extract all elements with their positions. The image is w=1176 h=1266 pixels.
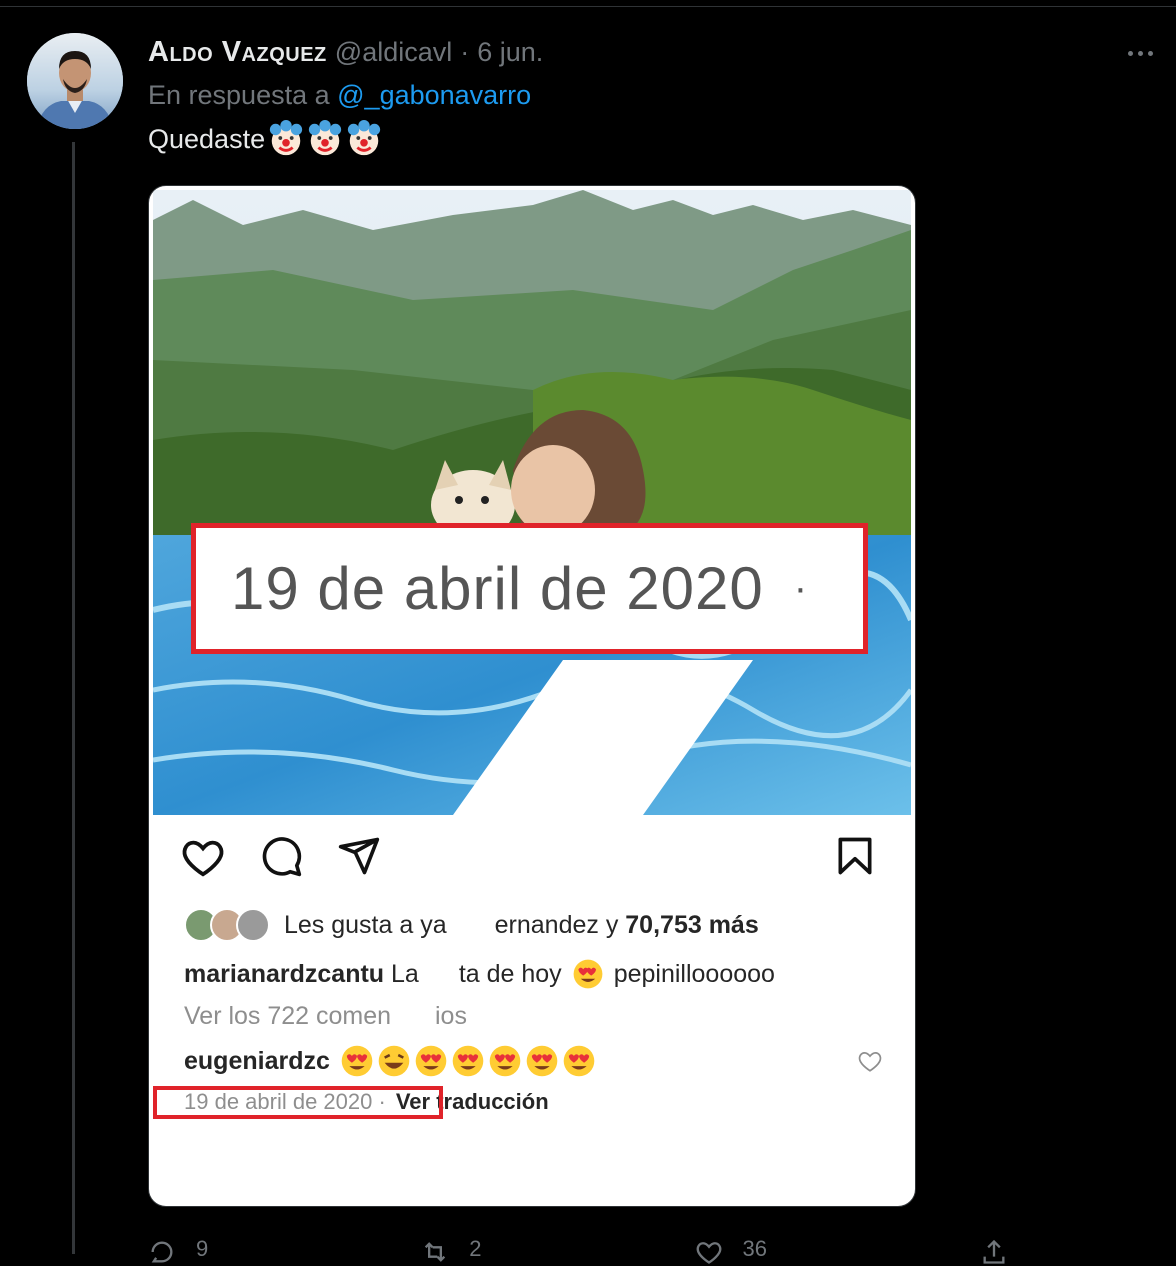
date-highlight-box bbox=[153, 1086, 443, 1119]
heart-eyes-emoji bbox=[563, 1045, 595, 1077]
caption-text-b: ta de hoy bbox=[458, 959, 562, 988]
zoomed-date-dot: · bbox=[793, 566, 809, 610]
zoomed-date-highlight: 19 de abril de 2020 · bbox=[191, 523, 868, 654]
clown-face-emoji bbox=[347, 120, 381, 156]
view-comments-b: ios bbox=[434, 1002, 467, 1030]
caption-text-c: pepinilloooooo bbox=[613, 959, 775, 988]
share-icon[interactable] bbox=[337, 834, 381, 878]
caption-text-a: La bbox=[391, 959, 419, 988]
heart-eyes-emoji bbox=[415, 1045, 447, 1077]
clown-face-emoji bbox=[308, 120, 342, 156]
laughing-emoji bbox=[378, 1045, 410, 1077]
caption-user: marianardzcantu bbox=[184, 959, 385, 988]
comment-like-heart-icon[interactable] bbox=[857, 1048, 883, 1074]
tweet-media-card[interactable]: 19 de abril de 2020 · Les gusta a ya ern… bbox=[148, 185, 916, 1207]
comment-emojis bbox=[340, 1044, 596, 1078]
share-upload-icon[interactable] bbox=[980, 1238, 1008, 1266]
reply-context: En respuesta a @_gabonavarro bbox=[148, 80, 531, 111]
heart-eyes-emoji bbox=[489, 1045, 521, 1077]
caption-row: marianardzcantu La ta de hoy pepinillooo… bbox=[184, 958, 775, 990]
comment-icon[interactable] bbox=[259, 834, 303, 878]
retweet-icon[interactable] bbox=[421, 1238, 449, 1266]
likes-prefix: Les gusta a ya bbox=[284, 910, 447, 939]
reply-count: 9 bbox=[196, 1236, 209, 1261]
heart-eyes-emoji bbox=[341, 1045, 373, 1077]
header-separator: · bbox=[460, 36, 470, 67]
heart-eyes-emoji bbox=[526, 1045, 558, 1077]
post-action-icons bbox=[149, 834, 915, 884]
heart-eyes-emoji bbox=[573, 959, 603, 989]
clown-face-emoji bbox=[269, 120, 303, 156]
retweet-action[interactable]: 2 bbox=[421, 1236, 482, 1262]
tweet-action-bar: 9 2 36 bbox=[148, 1236, 1008, 1264]
likes-suffix: ernandez y bbox=[494, 910, 619, 939]
likes-row: Les gusta a ya ernandez y 70,753 más bbox=[184, 908, 759, 942]
top-divider bbox=[0, 6, 1176, 7]
like-action[interactable]: 36 bbox=[695, 1236, 767, 1264]
heart-eyes-emoji bbox=[452, 1045, 484, 1077]
reply-icon[interactable] bbox=[148, 1238, 176, 1266]
tweet-text: Quedaste bbox=[148, 120, 383, 158]
comment-user: eugeniardzc bbox=[184, 1046, 330, 1075]
zoomed-date-text: 19 de abril de 2020 bbox=[231, 555, 764, 622]
reply-prefix: En respuesta a bbox=[148, 80, 330, 110]
avatar[interactable] bbox=[27, 33, 123, 129]
post-photo bbox=[153, 190, 911, 815]
bookmark-icon[interactable] bbox=[833, 834, 877, 878]
display-name[interactable]: Aldo Vazquez bbox=[148, 36, 327, 69]
reply-mention-link[interactable]: @_gabonavarro bbox=[337, 80, 531, 110]
view-comments-a: Ver los 722 comen bbox=[184, 1002, 392, 1030]
more-options-icon[interactable] bbox=[1120, 38, 1160, 68]
share-action[interactable] bbox=[980, 1236, 1008, 1264]
heart-icon[interactable] bbox=[180, 834, 226, 880]
user-handle[interactable]: @aldicavl bbox=[335, 37, 452, 68]
thread-line bbox=[72, 142, 75, 1254]
likes-count: 70,753 más bbox=[625, 910, 759, 939]
tweet-timestamp[interactable]: 6 jun. bbox=[477, 37, 543, 68]
reply-action[interactable]: 9 bbox=[148, 1236, 208, 1263]
like-count: 36 bbox=[742, 1236, 767, 1261]
comment-row: eugeniardzc bbox=[184, 1044, 596, 1078]
retweet-count: 2 bbox=[469, 1236, 482, 1261]
like-icon[interactable] bbox=[695, 1238, 723, 1266]
view-comments-link[interactable]: Ver los 722 comen ios bbox=[184, 1002, 467, 1031]
liker-avatars bbox=[184, 908, 270, 942]
tweet-header: Aldo Vazquez @aldicavl · 6 jun. bbox=[148, 34, 543, 70]
tweet-text-content: Quedaste bbox=[148, 123, 266, 154]
